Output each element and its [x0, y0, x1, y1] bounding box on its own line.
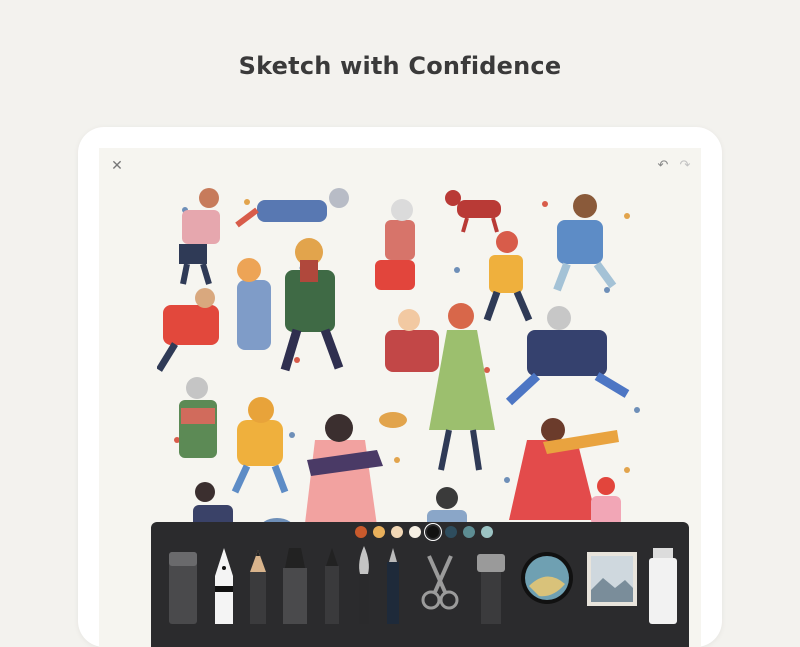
- figure-red-hoodie: [157, 288, 219, 372]
- color-mixer-tool[interactable]: [517, 548, 577, 608]
- tool-tray: [161, 544, 681, 624]
- figure-green-dress: [429, 303, 495, 471]
- fountain-pen-tool[interactable]: [209, 544, 239, 624]
- pencil-tool[interactable]: [245, 544, 271, 624]
- fine-liner-tool[interactable]: [381, 544, 405, 624]
- eraser-tool[interactable]: [165, 544, 201, 624]
- figure-red-pants: [375, 199, 415, 290]
- figure-red-sweater: [385, 309, 439, 372]
- color-swatch[interactable]: [445, 526, 457, 538]
- color-swatch[interactable]: [355, 526, 367, 538]
- color-swatches: [355, 526, 493, 542]
- color-swatch[interactable]: [463, 526, 475, 538]
- bird: [379, 412, 407, 428]
- color-swatch[interactable]: [427, 526, 439, 538]
- redo-icon[interactable]: ↷: [677, 158, 693, 174]
- dog: [445, 190, 501, 233]
- figure-yellow-hood: [231, 397, 289, 494]
- scissors-tool[interactable]: [415, 552, 465, 612]
- color-swatch[interactable]: [373, 526, 385, 538]
- figure-child-pink: [591, 477, 621, 526]
- figure-blue-top: [553, 194, 617, 292]
- close-icon[interactable]: ✕: [109, 158, 125, 174]
- color-swatch[interactable]: [481, 526, 493, 538]
- figure-yellow-top: [483, 231, 533, 322]
- roller-tool[interactable]: [647, 544, 679, 624]
- color-swatch[interactable]: [409, 526, 421, 538]
- dancing-people-illustration: [157, 188, 640, 550]
- figure-grey-hair: [179, 377, 217, 458]
- tablet-frame: ✕ ↶ ↷: [78, 127, 722, 647]
- ruler-tool[interactable]: [473, 544, 509, 624]
- page-title: Sketch with Confidence: [238, 52, 562, 80]
- figure-pink: [179, 188, 220, 285]
- brush-tool[interactable]: [351, 544, 377, 624]
- undo-icon[interactable]: ↶: [655, 158, 671, 174]
- felt-pen-tool[interactable]: [319, 544, 345, 624]
- marker-tool[interactable]: [277, 544, 313, 624]
- color-swatch[interactable]: [391, 526, 403, 538]
- figure-lying: [235, 188, 349, 228]
- figure-blue-dress: [237, 258, 271, 350]
- figure-green-coat: [280, 238, 344, 372]
- image-import-tool[interactable]: [585, 550, 639, 608]
- drawing-canvas[interactable]: ✕ ↶ ↷: [99, 148, 701, 647]
- brush-toolbar: [151, 522, 689, 647]
